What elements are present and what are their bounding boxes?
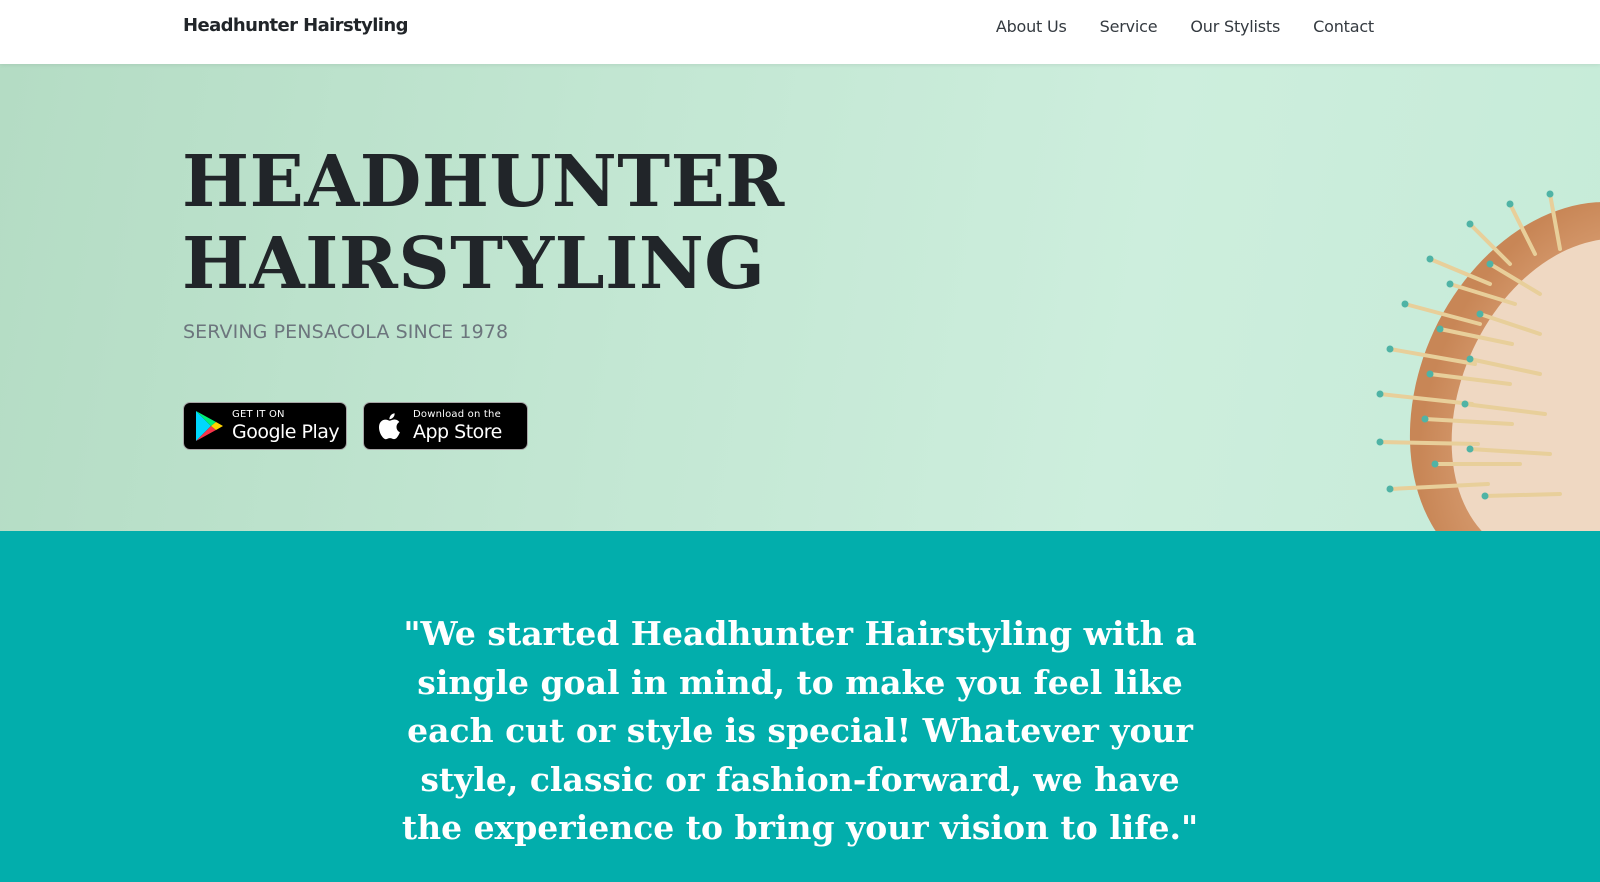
- apple-icon: [379, 413, 400, 440]
- nav-links: About Us Service Our Stylists Contact: [996, 17, 1374, 36]
- google-play-big-text: Google Play: [232, 421, 340, 443]
- app-store-badge[interactable]: Download on the App Store: [363, 402, 528, 450]
- app-store-small-text: Download on the: [413, 409, 501, 420]
- google-play-icon: [196, 411, 223, 441]
- navbar: Headhunter Hairstyling About Us Service …: [0, 0, 1600, 64]
- quote-section: "We started Headhunter Hairstyling with …: [0, 531, 1600, 882]
- hero-title-line-1: HEADHUNTER: [182, 139, 785, 223]
- nav-link-contact[interactable]: Contact: [1313, 17, 1374, 36]
- google-play-small-text: GET IT ON: [232, 409, 285, 420]
- hairbrush-image: [1376, 190, 1600, 531]
- brand-link[interactable]: Headhunter Hairstyling: [183, 15, 408, 36]
- google-play-badge[interactable]: GET IT ON Google Play: [183, 402, 347, 450]
- google-play-badge-text: GET IT ON Google Play: [232, 409, 340, 443]
- hero-title: HEADHUNTER HAIRSTYLING: [182, 140, 785, 304]
- hero-section: HEADHUNTER HAIRSTYLING SERVING PENSACOLA…: [0, 64, 1600, 531]
- quote-text: "We started Headhunter Hairstyling with …: [401, 614, 1199, 847]
- nav-link-service[interactable]: Service: [1100, 17, 1158, 36]
- nav-link-about-us[interactable]: About Us: [996, 17, 1067, 36]
- hero-title-line-2: HAIRSTYLING: [182, 221, 766, 305]
- app-store-badge-text: Download on the App Store: [413, 410, 502, 442]
- hero-subtitle: SERVING PENSACOLA SINCE 1978: [183, 321, 509, 343]
- nav-link-our-stylists[interactable]: Our Stylists: [1190, 17, 1280, 36]
- app-store-big-text: App Store: [413, 421, 502, 443]
